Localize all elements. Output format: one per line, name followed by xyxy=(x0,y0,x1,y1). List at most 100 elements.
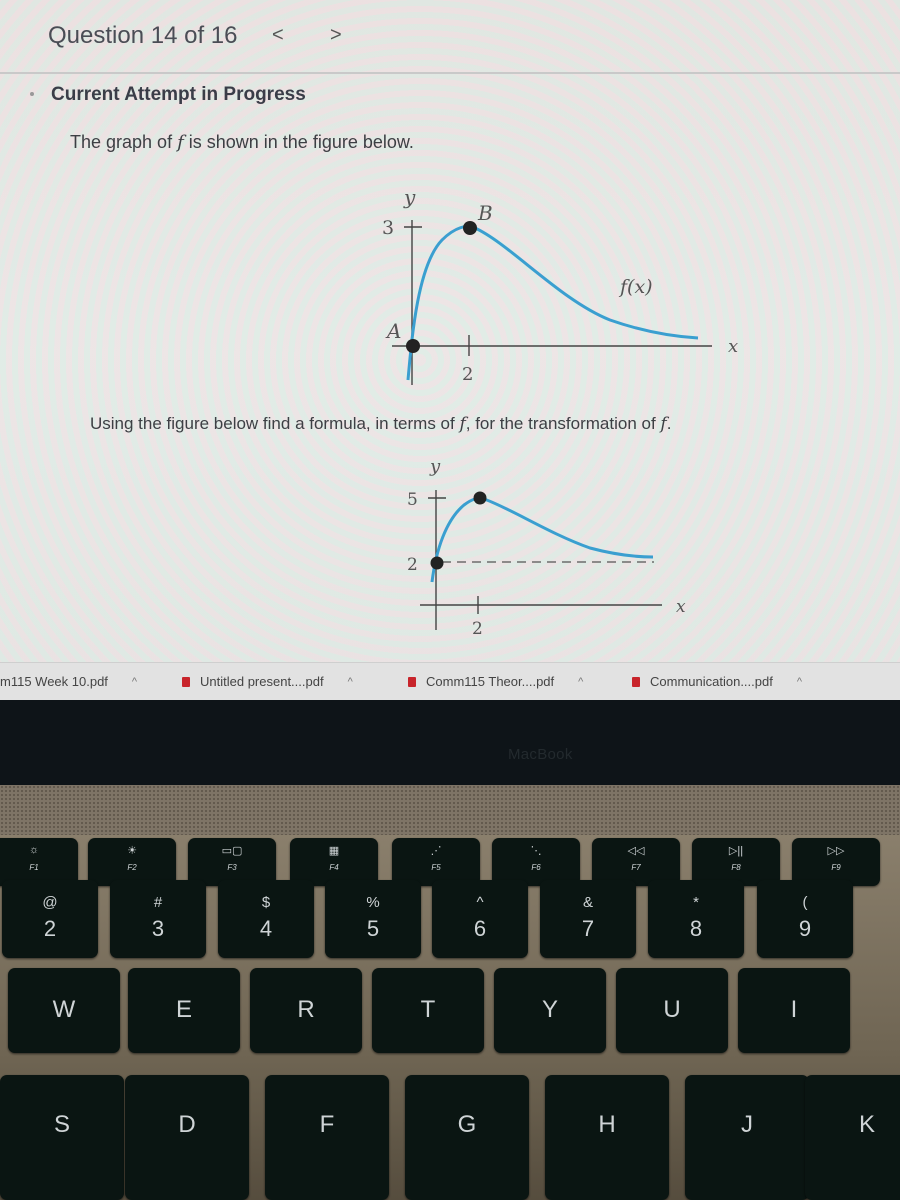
function-key-f2[interactable]: ☀ F2 xyxy=(88,838,176,886)
key-9[interactable]: (9 xyxy=(757,880,853,958)
y-tick-label-2: 2 xyxy=(407,555,418,575)
download-filename: m115 Week 10.pdf xyxy=(0,674,108,689)
download-filename: Untitled present....pdf xyxy=(200,674,324,689)
point-a-label: A xyxy=(385,319,401,343)
key-r[interactable]: R xyxy=(250,968,362,1053)
key-u[interactable]: U xyxy=(616,968,728,1053)
key-number: 4 xyxy=(259,916,273,941)
next-question-button[interactable]: > xyxy=(330,24,342,47)
key-w[interactable]: W xyxy=(8,968,120,1053)
key-symbol: * xyxy=(693,894,699,911)
key-d[interactable]: D xyxy=(125,1075,249,1200)
key-h[interactable]: H xyxy=(545,1075,669,1200)
function-key-f7[interactable]: ◁◁ F7 xyxy=(592,838,680,886)
chevron-up-icon[interactable]: ^ xyxy=(132,676,137,688)
text-part: . xyxy=(666,414,672,433)
key-2[interactable]: @2 xyxy=(2,880,98,958)
chevron-up-icon[interactable]: ^ xyxy=(348,676,353,688)
download-item[interactable]: m115 Week 10.pdf ^ xyxy=(0,674,137,689)
key-letter: G xyxy=(457,1111,477,1138)
key-letter: U xyxy=(663,996,681,1023)
x-tick-label-2: 2 xyxy=(472,619,483,639)
key-letter: I xyxy=(790,996,798,1023)
graph-f: y x 3 2 A B f(x) xyxy=(382,185,738,385)
function-key-label: F6 xyxy=(531,863,541,872)
chevron-up-icon[interactable]: ^ xyxy=(578,676,583,688)
function-key-label: F1 xyxy=(29,863,39,872)
function-key-f4[interactable]: ▦ F4 xyxy=(290,838,378,886)
point-y-intercept xyxy=(430,556,444,570)
key-8[interactable]: * 8 xyxy=(648,880,744,958)
text-part: The graph of xyxy=(70,132,178,152)
text-part: , for the transformation of xyxy=(465,414,661,433)
function-key-icon: ▭▢ xyxy=(221,845,243,857)
function-key-label: F2 xyxy=(127,863,137,872)
key-y[interactable]: Y xyxy=(494,968,606,1053)
key-4[interactable]: $4 xyxy=(218,880,314,958)
key-letter: J xyxy=(741,1111,753,1138)
key-number: 9 xyxy=(798,916,812,941)
y-axis-label: y xyxy=(403,185,416,209)
key-symbol: @ xyxy=(42,894,58,911)
key-letter: T xyxy=(420,996,436,1023)
graph-transformed: y x 5 2 2 xyxy=(407,456,686,639)
x-axis-label: x xyxy=(676,597,686,617)
key-s[interactable]: S xyxy=(0,1075,124,1200)
download-item[interactable]: Untitled present....pdf ^ xyxy=(182,674,353,689)
key-7[interactable]: & 7 xyxy=(540,880,636,958)
browser-screen: Question 14 of 16 < > Current Attempt in… xyxy=(0,0,900,705)
function-key-label: F9 xyxy=(831,863,841,872)
function-key-label: F4 xyxy=(329,863,339,872)
y-tick-label-5: 5 xyxy=(407,490,418,510)
function-key-f8[interactable]: ▷|| F8 xyxy=(692,838,780,886)
download-item[interactable]: Communication....pdf ^ xyxy=(632,674,802,689)
key-e[interactable]: E xyxy=(128,968,240,1053)
function-key-icon: ⋰ xyxy=(430,845,442,857)
function-key-label: F8 xyxy=(731,863,741,872)
key-symbol: $ xyxy=(261,894,271,911)
attempt-status: Current Attempt in Progress xyxy=(51,84,306,105)
key-k[interactable]: K xyxy=(805,1075,900,1200)
function-key-f1[interactable]: ☼ F1 xyxy=(0,838,78,886)
previous-question-button[interactable]: < xyxy=(272,24,284,47)
text-part: Using the figure below find a formula, i… xyxy=(90,414,460,433)
key-number: 2 xyxy=(43,916,57,941)
question-text-task: Using the figure below find a formula, i… xyxy=(90,414,671,434)
function-key-f3[interactable]: ▭▢ F3 xyxy=(188,838,276,886)
function-key-label: F7 xyxy=(631,863,641,872)
key-f[interactable]: F xyxy=(265,1075,389,1200)
key-symbol: # xyxy=(153,894,163,911)
function-key-icon: ▷▷ xyxy=(827,845,845,857)
key-letter: D xyxy=(178,1111,196,1138)
key-5[interactable]: % 5 xyxy=(325,880,421,958)
key-symbol: % xyxy=(366,894,380,911)
function-key-icon: ☼ xyxy=(28,844,40,856)
key-3[interactable]: #3 xyxy=(110,880,206,958)
key-number: 3 xyxy=(151,916,165,941)
curve-label: f(x) xyxy=(618,276,653,298)
key-letter: Y xyxy=(541,996,558,1023)
key-letter: F xyxy=(319,1111,335,1138)
function-key-f9[interactable]: ▷▷ F9 xyxy=(792,838,880,886)
point-b-label: B xyxy=(477,201,493,225)
key-j[interactable]: J xyxy=(685,1075,809,1200)
key-letter: S xyxy=(53,1111,70,1138)
download-item[interactable]: Comm115 Theor....pdf ^ xyxy=(408,674,583,689)
key-g[interactable]: G xyxy=(405,1075,529,1200)
function-key-icon: ☀ xyxy=(127,845,137,857)
download-filename: Comm115 Theor....pdf xyxy=(426,674,555,689)
transformed-curve xyxy=(430,496,654,583)
key-t[interactable]: T xyxy=(372,968,484,1053)
key-symbol: ( xyxy=(802,894,808,911)
key-letter: K xyxy=(858,1111,875,1138)
speaker-grille xyxy=(0,785,900,840)
x-axis-label: x xyxy=(728,336,738,357)
chevron-up-icon[interactable]: ^ xyxy=(797,676,802,688)
key-letter: E xyxy=(175,996,192,1023)
key-6[interactable]: ^ 6 xyxy=(432,880,528,958)
function-key-f6[interactable]: ⋱ F6 xyxy=(492,838,580,886)
function-key-icon: ▦ xyxy=(328,845,340,857)
function-key-f5[interactable]: ⋰ F5 xyxy=(392,838,480,886)
function-key-label: F3 xyxy=(227,863,237,872)
key-i[interactable]: I xyxy=(738,968,850,1053)
